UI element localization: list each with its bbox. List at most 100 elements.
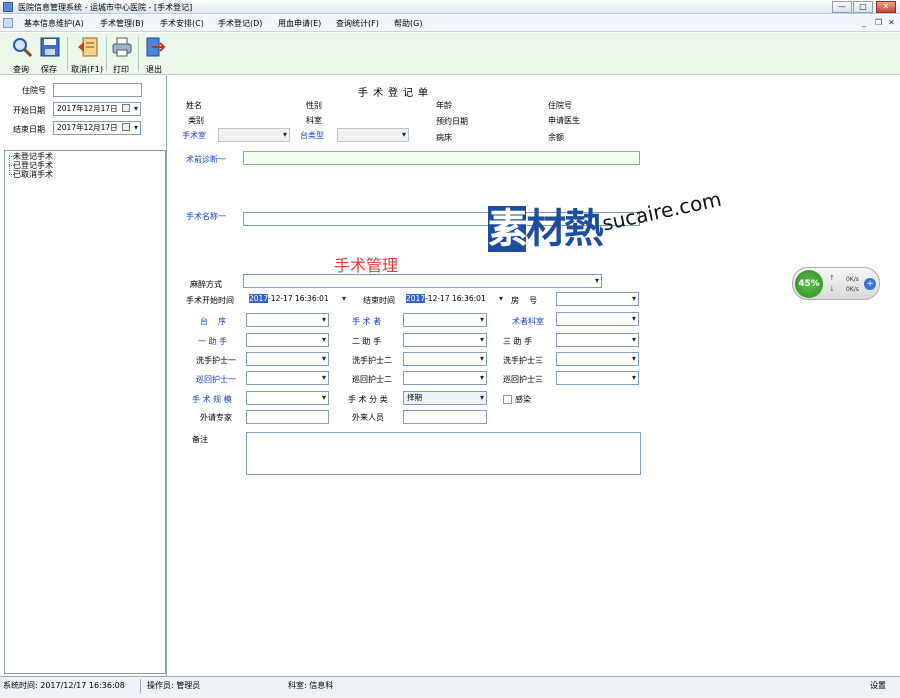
menu-blood-request[interactable]: 用血申请(E)	[278, 18, 321, 29]
window-title: 医院信息管理系统 - 运城市中心医院 - [手术登记]	[18, 3, 193, 12]
surgeon-label: 手 术 者	[352, 317, 382, 326]
upload-speed: 0K/s	[846, 276, 859, 283]
end-time-picker[interactable]: 2017-12-17 16:36:01	[402, 292, 506, 306]
operator: 操作员: 管理员	[147, 681, 201, 690]
anesthesia-label: 麻醉方式	[190, 280, 222, 289]
table-type-select[interactable]	[337, 128, 409, 142]
start-time-picker[interactable]: 2017-12-17 16:36:01	[245, 292, 349, 306]
menu-surgery-management[interactable]: 手术管理(B)	[100, 18, 144, 29]
assistant3-select[interactable]	[556, 333, 639, 347]
surgery-register-form: 手术登记单 姓名 性别 年龄 住院号 类别 科室 预约日期 申请医生 手术室 台…	[168, 76, 900, 676]
assistant2-select[interactable]	[403, 333, 487, 347]
hospital-no-input[interactable]	[53, 83, 142, 97]
infection-checkbox[interactable]	[503, 395, 512, 404]
table-order-select[interactable]	[246, 313, 329, 327]
form-title: 手术登记单	[358, 88, 433, 99]
assistant1-select[interactable]	[246, 333, 329, 347]
age-label: 年龄	[436, 101, 452, 110]
surgery-scale-select[interactable]	[246, 391, 329, 405]
gender-label: 性别	[306, 101, 322, 110]
app-icon	[3, 2, 13, 12]
circ-nurse1-select[interactable]	[246, 371, 329, 385]
start-date-label: 开始日期	[13, 106, 45, 115]
print-icon	[112, 37, 132, 57]
circ-nurse3-select[interactable]	[556, 371, 639, 385]
surgeon-select[interactable]	[403, 313, 487, 327]
watermark-red-text: 手术管理	[334, 256, 399, 275]
room-no-select[interactable]	[556, 292, 639, 306]
circ-nurse2-select[interactable]	[403, 371, 487, 385]
download-arrow-icon: ↓	[829, 285, 835, 293]
preop-diagnosis-input[interactable]	[243, 151, 640, 165]
surgery-name-label: 手术名称一	[186, 212, 226, 221]
close-button[interactable]: ✕	[876, 1, 896, 13]
save-icon	[40, 37, 60, 57]
department-label: 科室	[306, 116, 322, 125]
watermark-logo: 素材熱 sucaire.com	[488, 186, 724, 252]
surgery-class-label: 手 术 分 类	[348, 395, 388, 404]
end-date-label: 结束日期	[13, 125, 45, 134]
hospital-no-info-label: 住院号	[548, 101, 572, 110]
surgery-class-select[interactable]: 择期	[403, 391, 487, 405]
bed-label: 病床	[436, 133, 452, 142]
widget-plus-button[interactable]: +	[864, 278, 876, 290]
scrub-nurse1-label: 洗手护士一	[196, 356, 236, 365]
outside-staff-label: 外来人员	[352, 413, 384, 422]
status-bar: 系统时间: 2017/12/17 16:36:08 操作员: 管理员 科室: 信…	[0, 676, 900, 698]
save-button[interactable]: 保存	[32, 35, 66, 74]
anesthesia-select[interactable]	[243, 274, 602, 288]
mdi-minimize-button[interactable]: _	[862, 18, 866, 27]
hospital-no-label: 住院号	[22, 86, 46, 95]
menu-surgery-schedule[interactable]: 手术安排(C)	[160, 18, 204, 29]
cancel-button[interactable]: 取消(F1)	[70, 35, 104, 74]
end-date-picker[interactable]: 2017年12月17日	[53, 121, 141, 135]
exit-button[interactable]: 退出	[137, 35, 171, 74]
room-no-label: 房 号	[511, 296, 538, 305]
name-label: 姓名	[186, 101, 202, 110]
menu-help[interactable]: 帮助(G)	[394, 18, 422, 29]
external-expert-input[interactable]	[246, 410, 329, 424]
menu-query-stats[interactable]: 查询统计(F)	[336, 18, 379, 29]
assistant3-label: 三 助 手	[503, 337, 533, 346]
calendar-icon	[122, 104, 130, 112]
external-expert-label: 外请专家	[200, 413, 232, 422]
minimize-button[interactable]: —	[832, 1, 852, 13]
balance-label: 余额	[548, 133, 564, 142]
maximize-button[interactable]: □	[853, 1, 873, 13]
mdi-restore-button[interactable]: ❐	[875, 18, 882, 27]
status-divider	[140, 679, 141, 693]
operating-room-select[interactable]	[218, 128, 290, 142]
preop-diagnosis-label: 术前诊断一	[186, 155, 226, 164]
upload-arrow-icon: ↑	[829, 274, 835, 282]
scrub-nurse3-select[interactable]	[556, 352, 639, 366]
mdi-close-button[interactable]: ✕	[888, 18, 895, 27]
toolbar: 查询 保存 取消(F1) 打印 退出	[0, 33, 900, 75]
search-icon	[13, 38, 33, 58]
network-speed-widget[interactable]: 45% ↑ ↓ 0K/s 0K/s +	[792, 267, 880, 300]
surgery-tree: 未登记手术 已登记手术 已取消手术	[4, 150, 166, 674]
department: 科室: 信息科	[288, 681, 334, 690]
assistant1-label: 一 助 手	[198, 337, 228, 346]
settings-link[interactable]: 设置	[870, 680, 886, 691]
surgeon-dept-select[interactable]	[556, 312, 639, 326]
system-time: 系统时间: 2017/12/17 16:36:08	[3, 681, 125, 690]
scrub-nurse1-select[interactable]	[246, 352, 329, 366]
remark-textarea[interactable]	[246, 432, 641, 475]
tree-item-cancelled[interactable]: 已取消手术	[13, 169, 53, 180]
infection-label: 感染	[515, 395, 531, 404]
surgeon-dept-label: 术者科室	[512, 317, 544, 326]
menu-bar: 基本信息维护(A) 手术管理(B) 手术安排(C) 手术登记(D) 用血申请(E…	[0, 15, 900, 32]
print-button[interactable]: 打印	[104, 35, 138, 74]
outside-staff-input[interactable]	[403, 410, 487, 424]
end-time-label: 结束时间	[363, 296, 395, 305]
menu-basic-info[interactable]: 基本信息维护(A)	[24, 18, 84, 29]
circ-nurse2-label: 巡回护士二	[352, 375, 392, 384]
menu-surgery-register[interactable]: 手术登记(D)	[218, 18, 262, 29]
scrub-nurse2-label: 洗手护士二	[352, 356, 392, 365]
cpu-percent-gauge: 45%	[795, 270, 823, 298]
appoint-date-label: 预约日期	[436, 117, 468, 126]
left-panel: 住院号 开始日期 2017年12月17日 结束日期 2017年12月17日 未登…	[0, 76, 167, 676]
operating-room-label: 手术室	[182, 131, 206, 140]
scrub-nurse2-select[interactable]	[403, 352, 487, 366]
start-date-picker[interactable]: 2017年12月17日	[53, 102, 141, 116]
